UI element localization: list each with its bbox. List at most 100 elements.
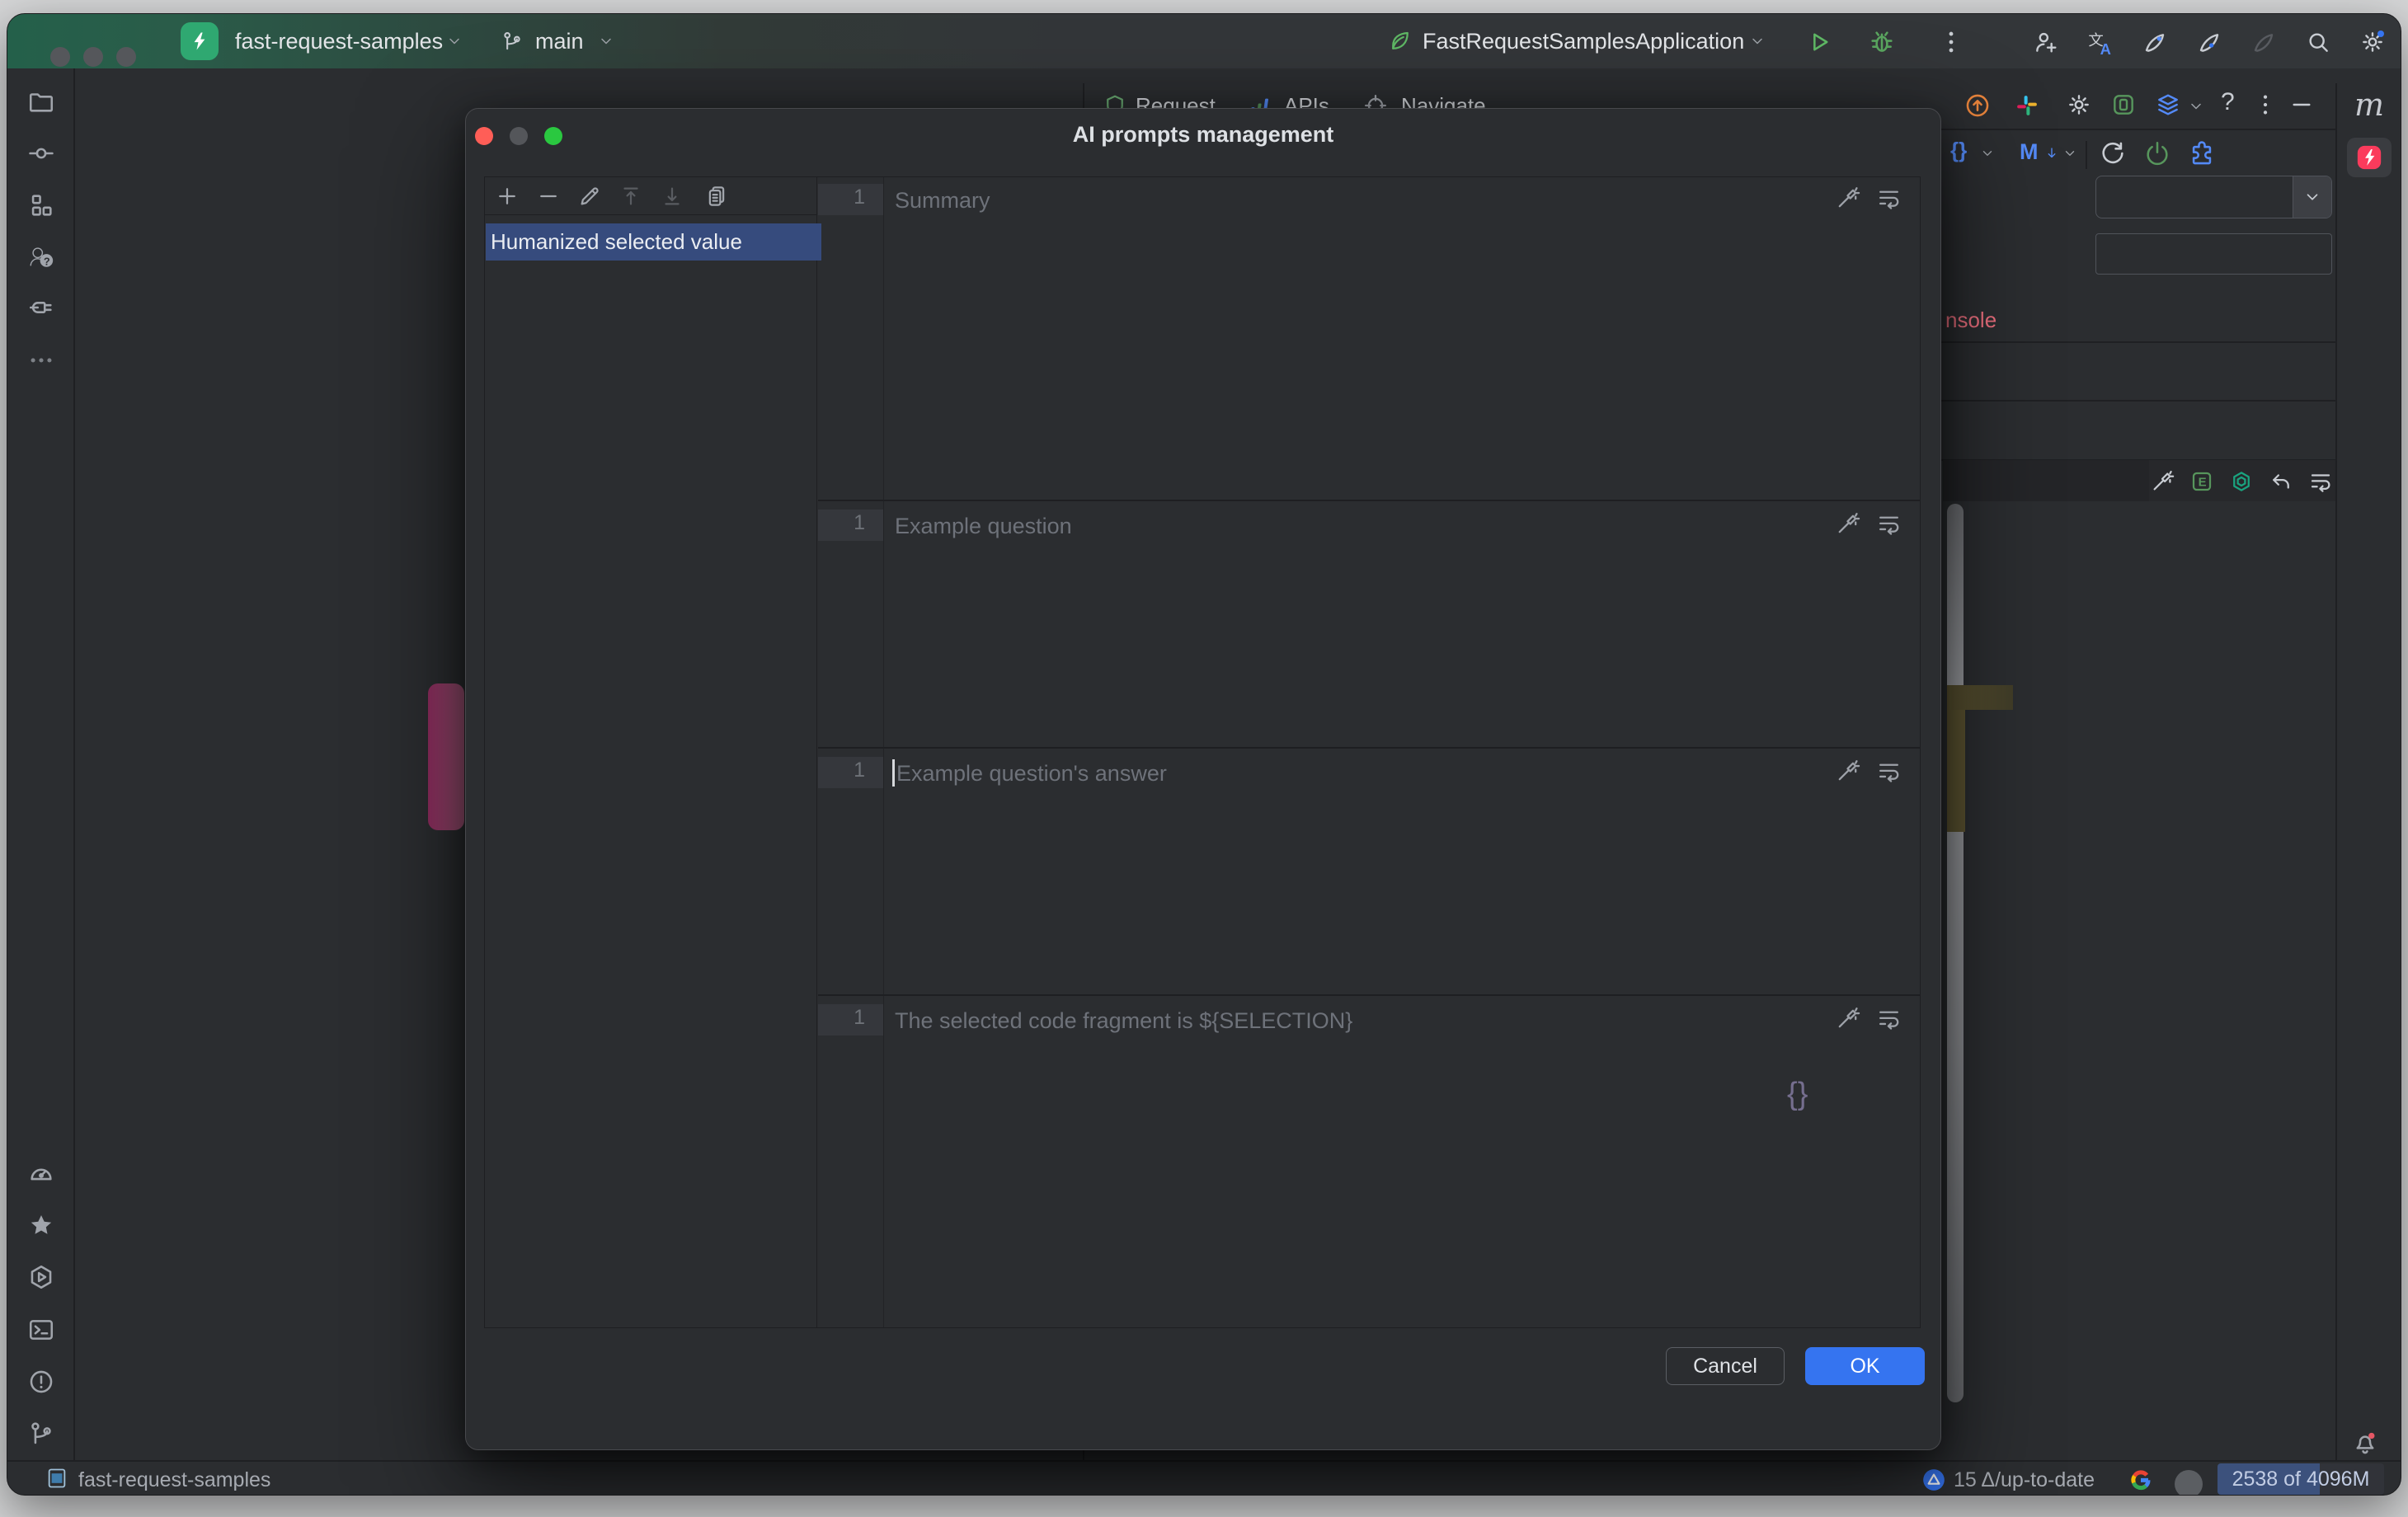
env-badge-icon[interactable]: E (2189, 469, 2214, 494)
dialog-title: AI prompts management (466, 122, 1940, 148)
chevron-down-icon (446, 33, 463, 49)
soft-wrap-icon[interactable] (1876, 758, 1902, 784)
branch-selector[interactable]: main (535, 14, 584, 68)
vcs-branch-tool-icon[interactable] (27, 1421, 55, 1449)
traffic-light-close[interactable] (50, 47, 70, 67)
profiler-gauge-icon[interactable] (27, 1159, 55, 1187)
olive-shape-arm (1947, 685, 2013, 710)
notifications-bell-icon[interactable] (2351, 1429, 2379, 1457)
undo-icon[interactable] (2269, 469, 2293, 494)
send-icon[interactable] (2142, 29, 2168, 55)
chevron-down-icon[interactable] (2188, 98, 2204, 115)
more-tool-windows-icon[interactable] (27, 346, 55, 374)
avatar-circle[interactable] (2175, 1470, 2203, 1496)
soft-wrap-icon[interactable] (1876, 1006, 1902, 1031)
chevron-down-icon[interactable] (1980, 146, 1995, 161)
title-bar: fast-request-samples main FastRequestSam… (7, 14, 2401, 68)
ai-wand-icon[interactable] (1835, 511, 1860, 537)
chevron-down-icon (598, 33, 614, 49)
soft-wrap-icon[interactable] (1876, 186, 1902, 211)
vcs-status-text[interactable]: 15 Δ/up-to-date (1954, 1468, 2095, 1492)
arrow-down-small-icon (2044, 146, 2059, 161)
slack-icon[interactable] (2015, 93, 2039, 118)
braces-filter-icon[interactable]: {} (1950, 138, 1967, 163)
power-icon[interactable] (2143, 139, 2171, 167)
problems-tool-icon[interactable] (27, 1368, 55, 1396)
commit-tool-icon[interactable] (27, 139, 55, 167)
run-configuration-selector[interactable]: FastRequestSamplesApplication (1423, 14, 1744, 68)
ai-wand-icon[interactable] (1835, 1006, 1860, 1031)
scrollbar-thumb[interactable] (1947, 504, 1964, 1402)
line-number: 1 (818, 186, 865, 209)
list-toolbar (485, 177, 816, 215)
markdown-export-icon[interactable]: M (2020, 139, 2039, 165)
ok-button[interactable]: OK (1805, 1347, 1925, 1385)
layers-icon[interactable] (2155, 92, 2181, 118)
memory-indicator[interactable]: 2538 of 4096M (2218, 1463, 2384, 1495)
hide-panel-minus-icon[interactable] (2288, 92, 2315, 118)
fr-combobox[interactable] (2095, 176, 2332, 218)
refresh-icon[interactable] (2099, 139, 2127, 167)
copy-button[interactable] (704, 184, 729, 209)
plugin-puzzle-icon[interactable] (2188, 139, 2216, 167)
structure-tool-icon[interactable] (27, 191, 55, 219)
list-item-selected[interactable]: Humanized selected value (486, 223, 821, 261)
add-button[interactable] (495, 184, 520, 209)
panel-gear-icon[interactable] (2066, 92, 2092, 118)
fast-request-tab[interactable] (2347, 138, 2392, 177)
project-tool-icon[interactable] (27, 87, 55, 115)
statusbar-project-name[interactable]: fast-request-samples (78, 1468, 270, 1492)
openai-icon[interactable] (2229, 469, 2254, 494)
endpoints-plug-icon[interactable] (27, 294, 55, 322)
help-icon[interactable]: ? (2221, 88, 2235, 116)
services-tool-icon[interactable] (27, 1263, 55, 1291)
braces-watermark: {} (1787, 1077, 1808, 1112)
device-preview-icon[interactable] (2110, 92, 2137, 118)
add-user-icon[interactable] (2033, 29, 2059, 55)
debug-button[interactable] (1868, 28, 1896, 56)
summary-editor[interactable]: 1 Summary (818, 177, 1920, 500)
traffic-light-zoom[interactable] (116, 47, 136, 67)
selection-editor[interactable]: 1 The selected code fragment is ${SELECT… (818, 994, 1920, 1327)
stripe-divider (73, 68, 75, 1460)
code-with-me-icon[interactable]: ? (27, 242, 55, 270)
selection-placeholder: The selected code fragment is ${SELECTIO… (895, 1005, 1352, 1036)
soft-wrap-icon[interactable] (1876, 511, 1902, 537)
search-icon[interactable] (2305, 29, 2331, 55)
summary-placeholder: Summary (895, 185, 990, 216)
tabrow-kebab-icon[interactable] (2252, 92, 2279, 118)
text-caret (892, 759, 895, 787)
run-button[interactable] (1805, 28, 1833, 56)
question-editor[interactable]: 1 Example question (818, 500, 1920, 747)
line-number: 1 (818, 511, 865, 535)
toolbar-mini-divider (2086, 141, 2087, 169)
remove-button[interactable] (536, 184, 561, 209)
soft-wrap-icon[interactable] (2308, 469, 2333, 494)
ai-wand-icon[interactable] (1835, 758, 1860, 784)
magic-wand-icon[interactable] (2150, 469, 2175, 494)
terminal-tool-icon[interactable] (27, 1316, 55, 1344)
combobox-button[interactable] (2293, 176, 2331, 218)
settings-gear-icon[interactable] (2359, 29, 2386, 55)
project-selector[interactable]: fast-request-samples (235, 14, 443, 68)
edit-pencil-button[interactable] (577, 184, 602, 209)
question-placeholder: Example question (895, 510, 1072, 542)
gutter-divider (883, 996, 884, 1327)
answer-editor[interactable]: 1 Example question's answer (818, 747, 1920, 994)
update-available-icon[interactable] (1964, 92, 1992, 120)
chevron-down-icon[interactable] (2062, 146, 2077, 161)
fr-text-field[interactable] (2095, 233, 2332, 275)
spring-boot-leaf-icon (1388, 29, 1413, 54)
send-disabled-icon (2250, 29, 2277, 55)
move-down-button (660, 184, 684, 209)
more-actions-kebab-icon[interactable] (1937, 28, 1965, 56)
ai-wand-icon[interactable] (1835, 186, 1860, 211)
google-icon[interactable] (2128, 1468, 2153, 1492)
console-link[interactable]: nsole (1945, 308, 1996, 333)
send-alt-icon[interactable] (2196, 29, 2222, 55)
translate-icon[interactable]: 文A (2087, 29, 2115, 57)
cancel-button[interactable]: Cancel (1666, 1347, 1785, 1385)
traffic-light-minimize[interactable] (83, 47, 103, 67)
bookmarks-star-icon[interactable] (27, 1211, 55, 1239)
gutter-divider (883, 501, 884, 747)
